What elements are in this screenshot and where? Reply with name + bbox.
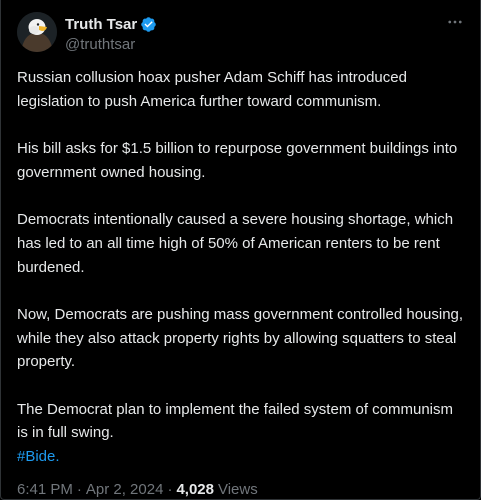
more-horizontal-icon [448, 20, 462, 24]
tweet-paragraph-text: The Democrat plan to implement the faile… [17, 400, 454, 442]
eagle-avatar-icon [17, 12, 57, 52]
tweet-paragraph: Democrats intentionally caused a severe … [17, 211, 454, 276]
tweet-paragraph: Now, Democrats are pushing mass governme… [17, 305, 464, 371]
tweet-body: Russian collusion hoax pusher Adam Schif… [17, 66, 467, 469]
meta-separator: · [76, 480, 82, 498]
avatar[interactable] [17, 12, 57, 52]
tweet-time[interactable]: 6:41 PM [17, 481, 73, 498]
verified-badge-icon [140, 16, 157, 33]
more-options-button[interactable] [445, 12, 465, 32]
views-count: 4,028 [176, 480, 214, 498]
display-name[interactable]: Truth Tsar [65, 16, 137, 33]
tweet-paragraph: Russian collusion hoax pusher Adam Schif… [17, 69, 407, 110]
tweet-header: Truth Tsar @truthtsar [17, 12, 465, 54]
meta-separator: · [167, 480, 173, 498]
tweet-meta: 6:41 PM · Apr 2, 2024 · 4,028 Views [17, 479, 258, 499]
views-label: Views [217, 480, 258, 498]
author-handle[interactable]: @truthtsar [65, 35, 157, 55]
hashtag-link[interactable]: #Bide. [17, 445, 467, 469]
tweet-paragraph: His bill asks for $1.5 billion to repurp… [17, 140, 458, 181]
author-names: Truth Tsar @truthtsar [65, 14, 157, 55]
tweet-date[interactable]: Apr 2, 2024 [86, 481, 164, 498]
tweet-card: Truth Tsar @truthtsar Russian collusion … [0, 0, 481, 500]
display-name-row: Truth Tsar [65, 14, 157, 34]
tweet-paragraph-last: The Democrat plan to implement the faile… [17, 398, 467, 469]
